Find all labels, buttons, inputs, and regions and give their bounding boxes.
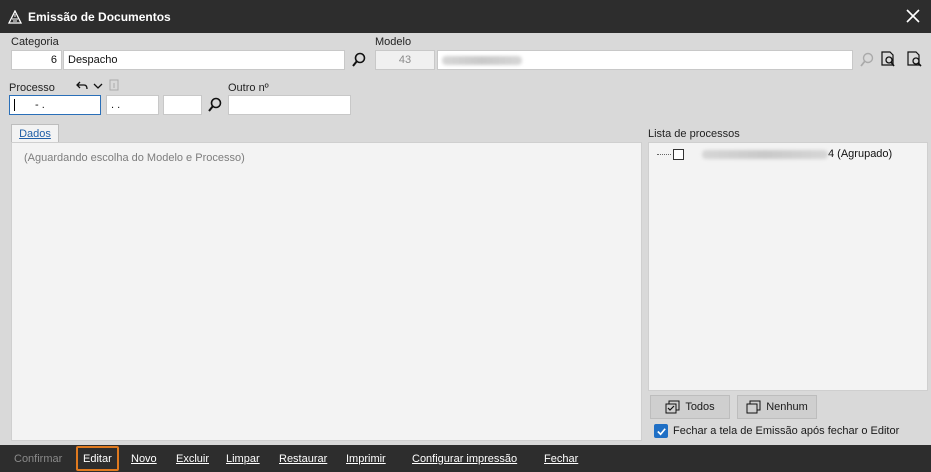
- modelo-label: Modelo: [375, 36, 412, 48]
- configurar-impressao-button[interactable]: Configurar impressão: [412, 445, 517, 472]
- close-icon[interactable]: [905, 8, 921, 24]
- processo-mask-1: - .: [35, 99, 45, 111]
- processo-search-icon[interactable]: [206, 96, 224, 114]
- processo-label: Processo: [9, 82, 55, 94]
- title-bar: Emissão de Documentos: [0, 0, 931, 33]
- app-icon: [8, 9, 22, 24]
- emission-window: Emissão de Documentos Categoria 6 Despac…: [0, 0, 931, 472]
- outro-label: Outro nº: [228, 82, 269, 94]
- search-document-icon[interactable]: [879, 50, 897, 68]
- undo-icon[interactable]: [75, 80, 89, 92]
- processo-field-2[interactable]: . .: [106, 95, 159, 115]
- todos-label: Todos: [685, 401, 715, 413]
- select-all-icon: [665, 400, 680, 414]
- categoria-search-icon[interactable]: [350, 51, 368, 69]
- preview-document-icon[interactable]: [905, 50, 923, 68]
- processo-mask-2: . .: [111, 99, 121, 111]
- dados-hint: (Aguardando escolha do Modelo e Processo…: [24, 152, 245, 164]
- text-caret: [14, 99, 15, 111]
- process-item-label: 4 (Agrupado): [828, 148, 893, 160]
- process-checkbox[interactable]: [673, 148, 684, 160]
- check-icon: [656, 427, 666, 435]
- lista-label: Lista de processos: [648, 128, 740, 140]
- editar-button[interactable]: Editar: [76, 446, 119, 471]
- fechar-checkbox[interactable]: [654, 424, 668, 438]
- chevron-down-icon[interactable]: [92, 81, 104, 91]
- outro-field[interactable]: [228, 95, 351, 115]
- modelo-code-field[interactable]: 43: [375, 50, 435, 70]
- tree-connector: [657, 153, 671, 155]
- window-title: Emissão de Documentos: [28, 9, 171, 24]
- fechar-checkbox-row[interactable]: Fechar a tela de Emissão após fechar o E…: [654, 424, 899, 438]
- limpar-button[interactable]: Limpar: [226, 445, 260, 472]
- redacted-text: [702, 149, 828, 159]
- info-icon: [109, 79, 119, 91]
- confirmar-button[interactable]: Confirmar: [14, 445, 62, 472]
- dados-panel: (Aguardando escolha do Modelo e Processo…: [11, 142, 642, 441]
- restaurar-button[interactable]: Restaurar: [279, 445, 327, 472]
- select-none-icon: [746, 400, 761, 414]
- tab-dados[interactable]: Dados: [11, 124, 59, 143]
- bottom-action-bar: Confirmar Editar Novo Excluir Limpar Res…: [0, 445, 931, 472]
- processo-field-3[interactable]: [163, 95, 202, 115]
- redacted-text: [442, 55, 522, 65]
- modelo-search-icon[interactable]: [858, 51, 876, 69]
- nenhum-button[interactable]: Nenhum: [737, 395, 817, 419]
- categoria-label: Categoria: [11, 36, 59, 48]
- nenhum-label: Nenhum: [766, 401, 808, 413]
- fechar-button[interactable]: Fechar: [544, 445, 578, 472]
- list-item[interactable]: 4 (Agrupado): [657, 147, 892, 161]
- categoria-code-field[interactable]: 6: [11, 50, 62, 70]
- excluir-button[interactable]: Excluir: [176, 445, 209, 472]
- lista-processos: 4 (Agrupado): [648, 142, 928, 391]
- categoria-name-field[interactable]: Despacho: [63, 50, 345, 70]
- novo-button[interactable]: Novo: [131, 445, 157, 472]
- processo-field-1[interactable]: - .: [9, 95, 101, 115]
- fechar-checkbox-label: Fechar a tela de Emissão após fechar o E…: [673, 425, 900, 437]
- modelo-name-field[interactable]: [437, 50, 853, 70]
- imprimir-button[interactable]: Imprimir: [346, 445, 386, 472]
- todos-button[interactable]: Todos: [650, 395, 730, 419]
